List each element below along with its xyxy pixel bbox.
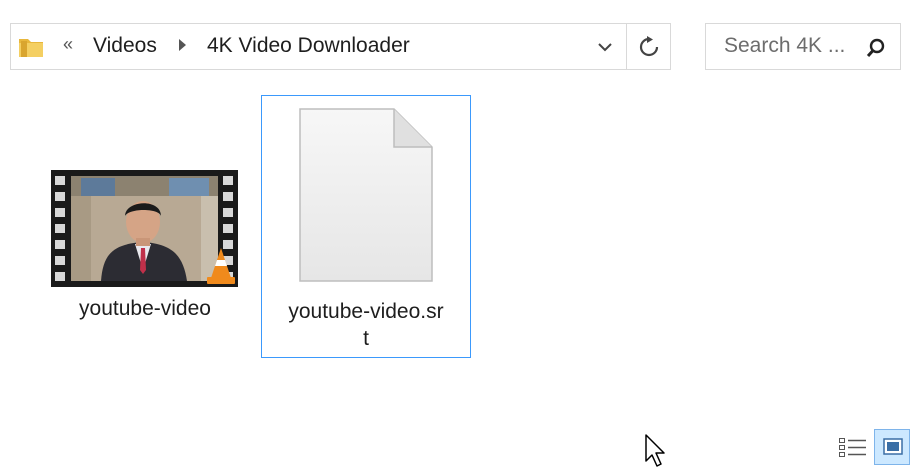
breadcrumb-overflow[interactable]: «: [63, 34, 73, 55]
blank-document-icon: [299, 108, 433, 282]
file-name-line-2: t: [363, 327, 369, 350]
address-bar[interactable]: « Videos 4K Video Downloader: [10, 23, 627, 70]
breadcrumb-videos[interactable]: Videos: [93, 34, 157, 58]
chevron-down-icon: [598, 43, 612, 52]
breadcrumb-4k-video-downloader[interactable]: 4K Video Downloader: [207, 34, 410, 58]
folder-icon: [17, 33, 45, 61]
video-thumbnail: [51, 170, 238, 287]
breadcrumb-separator-icon[interactable]: [179, 39, 186, 51]
file-name-line-1: youtube-video.sr: [288, 300, 444, 323]
search-input[interactable]: Search 4K ...: [724, 34, 845, 58]
large-icons-view-button[interactable]: [874, 429, 910, 465]
mouse-cursor-icon: [645, 434, 665, 467]
large-icons-view-icon: [883, 438, 903, 455]
refresh-button[interactable]: [627, 23, 671, 70]
address-dropdown-button[interactable]: [584, 24, 626, 69]
refresh-icon: [639, 36, 659, 57]
search-box[interactable]: Search 4K ...: [705, 23, 901, 70]
file-name: youtube-video: [79, 297, 211, 320]
file-item-srt[interactable]: youtube-video.sr t: [261, 95, 471, 358]
details-view-icon[interactable]: [838, 436, 868, 460]
search-icon[interactable]: [866, 38, 886, 58]
